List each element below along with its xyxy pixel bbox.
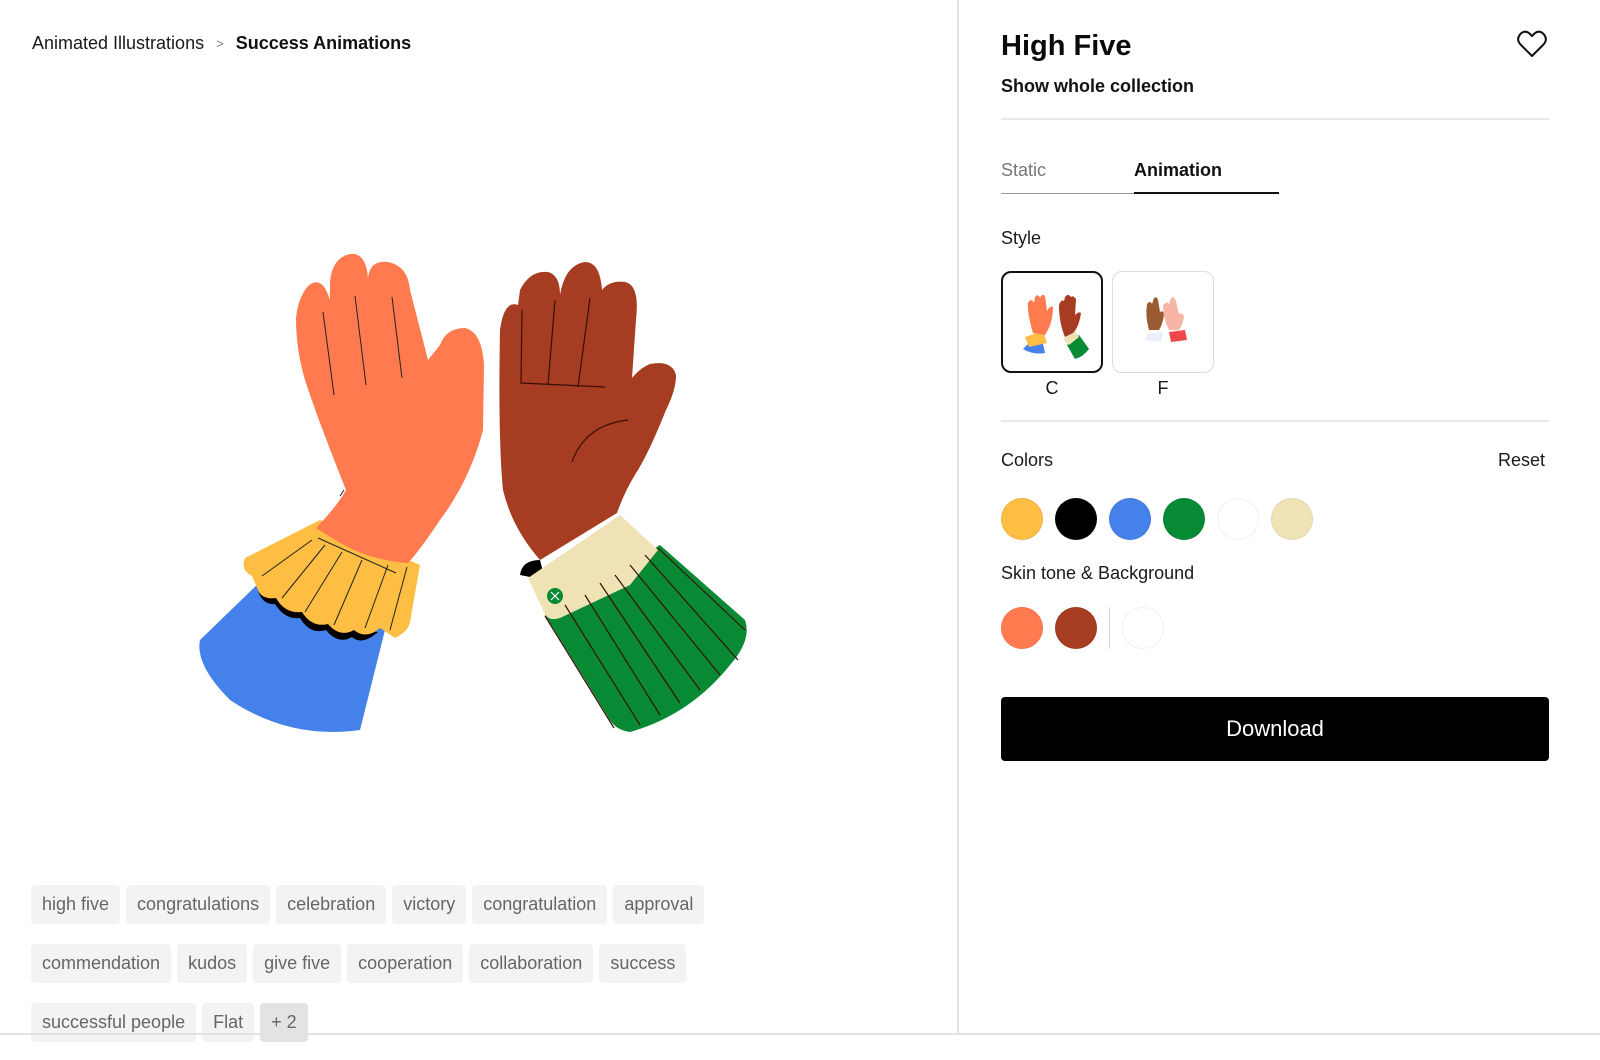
breadcrumb-separator: > [216, 36, 224, 51]
right-hand [499, 262, 676, 560]
page-bottom-border [0, 1033, 1600, 1035]
tag[interactable]: approval [613, 885, 705, 924]
skin-background-label: Skin tone & Background [1001, 563, 1195, 583]
breadcrumb-success-animations[interactable]: Success Animations [236, 33, 411, 54]
reset-colors-button[interactable]: Reset [1498, 450, 1545, 471]
skin-swatches [1001, 607, 1164, 649]
tag[interactable]: congratulation [472, 885, 608, 924]
show-more-tags-button[interactable]: + 2 [260, 1003, 308, 1042]
tag[interactable]: success [599, 944, 687, 983]
tag[interactable]: commendation [31, 944, 172, 983]
details-panel: High Five Show whole collection Static A… [959, 0, 1600, 1034]
skin-swatch-dark[interactable] [1055, 607, 1097, 649]
format-tabs: Static Animation [1001, 160, 1279, 196]
heart-icon[interactable] [1517, 30, 1547, 58]
tag[interactable]: victory [392, 885, 467, 924]
tab-static[interactable]: Static [1001, 160, 1134, 194]
style-option-f[interactable] [1112, 271, 1214, 373]
left-hand [296, 253, 484, 563]
tag[interactable]: give five [253, 944, 342, 983]
tag[interactable]: successful people [31, 1003, 197, 1042]
tag[interactable]: kudos [177, 944, 248, 983]
tag[interactable]: high five [31, 885, 121, 924]
tag[interactable]: cooperation [347, 944, 464, 983]
right-hand-group [499, 262, 747, 732]
color-swatch-green[interactable] [1163, 498, 1205, 540]
divider [1001, 118, 1549, 120]
left-hand-group [199, 253, 484, 732]
style-caption-c: C [1045, 378, 1059, 398]
tag[interactable]: collaboration [469, 944, 594, 983]
color-swatch-black[interactable] [1055, 498, 1097, 540]
preview-pane: Animated Illustrations > Success Animati… [0, 0, 957, 1042]
divider [1001, 420, 1549, 422]
style-caption-f: F [1157, 378, 1169, 398]
color-swatch-yellow[interactable] [1001, 498, 1043, 540]
color-swatch-beige[interactable] [1271, 498, 1313, 540]
breadcrumb: Animated Illustrations > Success Animati… [32, 33, 411, 54]
color-swatches [1001, 498, 1313, 540]
tag[interactable]: congratulations [126, 885, 271, 924]
breadcrumb-animated-illustrations[interactable]: Animated Illustrations [32, 33, 204, 54]
tag-list: high five congratulations celebration vi… [31, 885, 791, 1042]
colors-label: Colors [1001, 450, 1054, 470]
tag[interactable]: celebration [276, 885, 387, 924]
skin-swatch-light[interactable] [1001, 607, 1043, 649]
style-label: Style [1001, 228, 1042, 248]
background-swatch[interactable] [1122, 607, 1164, 649]
color-swatch-white[interactable] [1217, 498, 1259, 540]
high-five-illustration [199, 253, 747, 732]
style-option-c[interactable] [1001, 271, 1103, 373]
style-f-thumbnail [1145, 297, 1187, 342]
swatch-divider [1109, 607, 1110, 649]
color-swatch-blue[interactable] [1109, 498, 1151, 540]
download-button[interactable]: Download [1001, 697, 1549, 761]
show-collection-link[interactable]: Show whole collection [1001, 76, 1194, 97]
asset-title: High Five [1001, 30, 1132, 62]
tab-animation[interactable]: Animation [1134, 160, 1279, 194]
style-c-thumbnail [1023, 294, 1089, 359]
tag[interactable]: Flat [202, 1003, 255, 1042]
